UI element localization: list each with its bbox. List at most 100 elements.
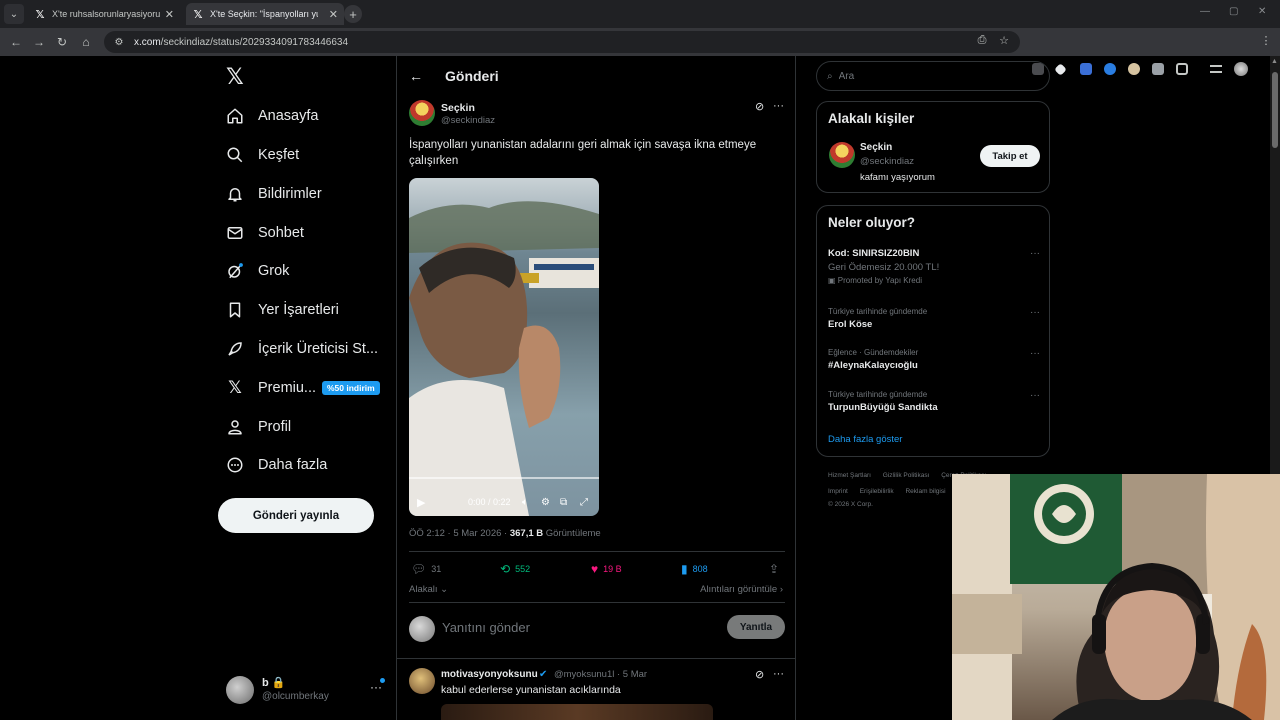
tab-title: X'te Seçkin: "İspanyolları yunan... (210, 9, 318, 19)
address-bar[interactable]: ⚙ x.com/seckindiaz/status/20293340917834… (104, 31, 1020, 53)
show-more-link[interactable]: Daha fazla göster (828, 434, 902, 445)
video-player[interactable]: ▶ 0:00 / 0:22 🔈︎ ⚙ ⧉ ⤢ (409, 178, 599, 516)
avatar[interactable] (829, 142, 855, 168)
relevant-name[interactable]: Seçkin (860, 142, 892, 153)
avatar[interactable] (409, 668, 435, 694)
post-button[interactable]: Gönderi yayınla (218, 498, 374, 533)
sidebar-item-premium[interactable]: 𝕏 Premiu... (224, 373, 316, 403)
follow-button[interactable]: Takip et (980, 145, 1040, 167)
related-dropdown[interactable]: Alakalı ⌄ (409, 584, 448, 595)
trend-name: Kod: SINIRSIZ20BIN (828, 248, 920, 259)
play-icon[interactable]: ▶ (417, 494, 425, 510)
pip-icon[interactable]: ⧉ (560, 494, 567, 510)
more-dots-icon[interactable]: ··· (773, 668, 784, 680)
more-dots-icon[interactable]: ··· (1030, 390, 1040, 401)
extension-icon[interactable] (1152, 63, 1164, 75)
site-info-icon[interactable]: ⚙ (112, 35, 126, 49)
window-close-icon[interactable]: ✕ (1258, 6, 1266, 17)
trend-item[interactable]: Türkiye tarihinde gündemde Erol Köse ··· (828, 307, 1040, 330)
bookmark-star-icon[interactable]: ☆ (997, 33, 1011, 47)
trend-item[interactable]: Eğlence · Gündemdekiler #AleynaKalaycıoğ… (828, 348, 1040, 371)
sidebar-item-notifications[interactable]: Bildirimler (224, 179, 322, 209)
reply-media[interactable] (441, 704, 713, 720)
scroll-up-arrow-icon[interactable]: ▲ (1271, 58, 1278, 65)
bookmark-action[interactable]: ▮ 808 (681, 562, 708, 576)
relevant-handle[interactable]: @seckindiaz (860, 156, 914, 167)
more-dots-icon[interactable]: ··· (773, 100, 784, 112)
reading-list-icon[interactable] (1210, 65, 1222, 73)
profile-avatar-icon[interactable] (1234, 62, 1248, 76)
sidebar-item-grok[interactable]: Grok (224, 256, 289, 286)
scrollbar-thumb[interactable] (1272, 72, 1278, 148)
fullscreen-icon[interactable]: ⤢ (580, 494, 588, 510)
extension-icon[interactable] (1104, 63, 1116, 75)
reply-input[interactable]: Yanıtını gönder (442, 620, 530, 635)
more-dots-icon[interactable]: ··· (1030, 348, 1040, 359)
trend-item[interactable]: Türkiye tarihinde gündemde TurpunBüyüğü … (828, 390, 1040, 413)
repost-count: 552 (515, 564, 531, 574)
sidebar-item-label: Grok (258, 263, 290, 279)
tab-ruhsal[interactable]: 𝕏 X'te ruhsalsorunlaryasiyorum: "... ✕ (28, 3, 180, 25)
x-logo-icon[interactable]: 𝕏 (226, 64, 244, 90)
trend-item-promoted[interactable]: Kod: SINIRSIZ20BIN Geri Ödemesiz 20.000 … (828, 248, 1040, 285)
grok-icon[interactable]: ⊘ (755, 100, 764, 113)
repost-action[interactable]: ⟲ 552 (500, 562, 530, 576)
footer-link[interactable]: Gizlilik Politikası (883, 472, 930, 479)
install-app-icon[interactable]: ⎙ (975, 33, 989, 47)
search-icon: ⌕ (827, 70, 833, 82)
tab-seckin[interactable]: 𝕏 X'te Seçkin: "İspanyolları yunan... ✕ (186, 3, 344, 25)
like-action[interactable]: ♥ 19 B (591, 562, 622, 576)
volume-icon[interactable]: 🔈︎ (522, 494, 528, 510)
reload-icon[interactable]: ↻ (54, 34, 70, 50)
close-tab-icon[interactable]: ✕ (165, 8, 174, 21)
footer-link[interactable]: Reklam bilgisi (905, 488, 945, 495)
tab-search-icon[interactable]: ⌄ (4, 4, 24, 24)
home-page-icon[interactable]: ⌂ (78, 34, 94, 50)
close-tab-icon[interactable]: ✕ (329, 8, 338, 21)
back-arrow-icon[interactable]: ← (409, 68, 423, 84)
author-handle[interactable]: @seckindiaz (441, 115, 495, 126)
settings-icon[interactable]: ⚙ (541, 494, 550, 510)
reply-handle-time[interactable]: @myoksunu1l · 5 Mar (554, 669, 647, 680)
browser-menu-icon[interactable]: ⋮ (1259, 33, 1273, 47)
reply-action[interactable]: 💬︎ 31 (411, 562, 441, 576)
extensions-puzzle-icon[interactable] (1176, 63, 1188, 75)
author-name[interactable]: Seçkin (441, 102, 475, 114)
search-input[interactable] (838, 70, 1019, 82)
sidebar-item-bookmarks[interactable]: Yer İşaretleri (224, 295, 339, 325)
share-action[interactable]: ⇪ (769, 562, 784, 576)
view-quotes-link[interactable]: Alıntıları görüntüle › (700, 584, 783, 595)
minimize-icon[interactable]: — (1200, 6, 1210, 17)
forward-icon[interactable]: → (31, 34, 47, 50)
more-dots-icon[interactable]: ··· (1030, 248, 1040, 259)
repost-icon: ⟲ (500, 562, 511, 576)
sidebar-item-creator-studio[interactable]: İçerik Üreticisi St... (224, 334, 378, 364)
sidebar-item-explore[interactable]: Keşfet (224, 140, 299, 170)
reply-button[interactable]: Yanıtla (727, 615, 785, 639)
page-title: Gönderi (445, 68, 499, 84)
url-text: x.com/seckindiaz/status/2029334091783446… (134, 36, 349, 48)
webcam-scene (952, 474, 1280, 720)
more-dots-icon[interactable]: ··· (1030, 307, 1040, 318)
search-box[interactable]: ⌕ (816, 61, 1050, 91)
maximize-icon[interactable]: ▢ (1229, 6, 1238, 17)
sidebar-item-label: Premiu... (258, 380, 317, 396)
tab-strip: ⌄ 𝕏 X'te ruhsalsorunlaryasiyorum: "... ✕… (0, 0, 1280, 28)
sidebar-item-home[interactable]: Anasayfa (224, 101, 318, 131)
back-icon[interactable]: ← (8, 34, 24, 50)
footer-link[interactable]: Erişilebilirlik (860, 488, 894, 495)
account-switcher[interactable]: b 🔒 @olcumberkay ··· (226, 672, 386, 708)
avatar[interactable] (409, 100, 435, 126)
sidebar-item-profile[interactable]: Profil (224, 412, 291, 442)
extension-icon[interactable] (1054, 63, 1067, 76)
footer-link[interactable]: Hizmet Şartları (828, 472, 871, 479)
footer-link[interactable]: Imprint (828, 488, 848, 495)
premium-discount-badge[interactable]: %50 indirim (322, 381, 380, 395)
reply-author-name[interactable]: motivasyonyoksunu (441, 669, 538, 680)
extension-icon[interactable] (1080, 63, 1092, 75)
extension-icon[interactable] (1128, 63, 1140, 75)
sidebar-item-messages[interactable]: Sohbet (224, 218, 304, 248)
grok-icon[interactable]: ⊘ (755, 668, 764, 681)
sidebar-item-more[interactable]: Daha fazla (224, 450, 327, 480)
new-tab-button[interactable]: + (344, 5, 362, 23)
